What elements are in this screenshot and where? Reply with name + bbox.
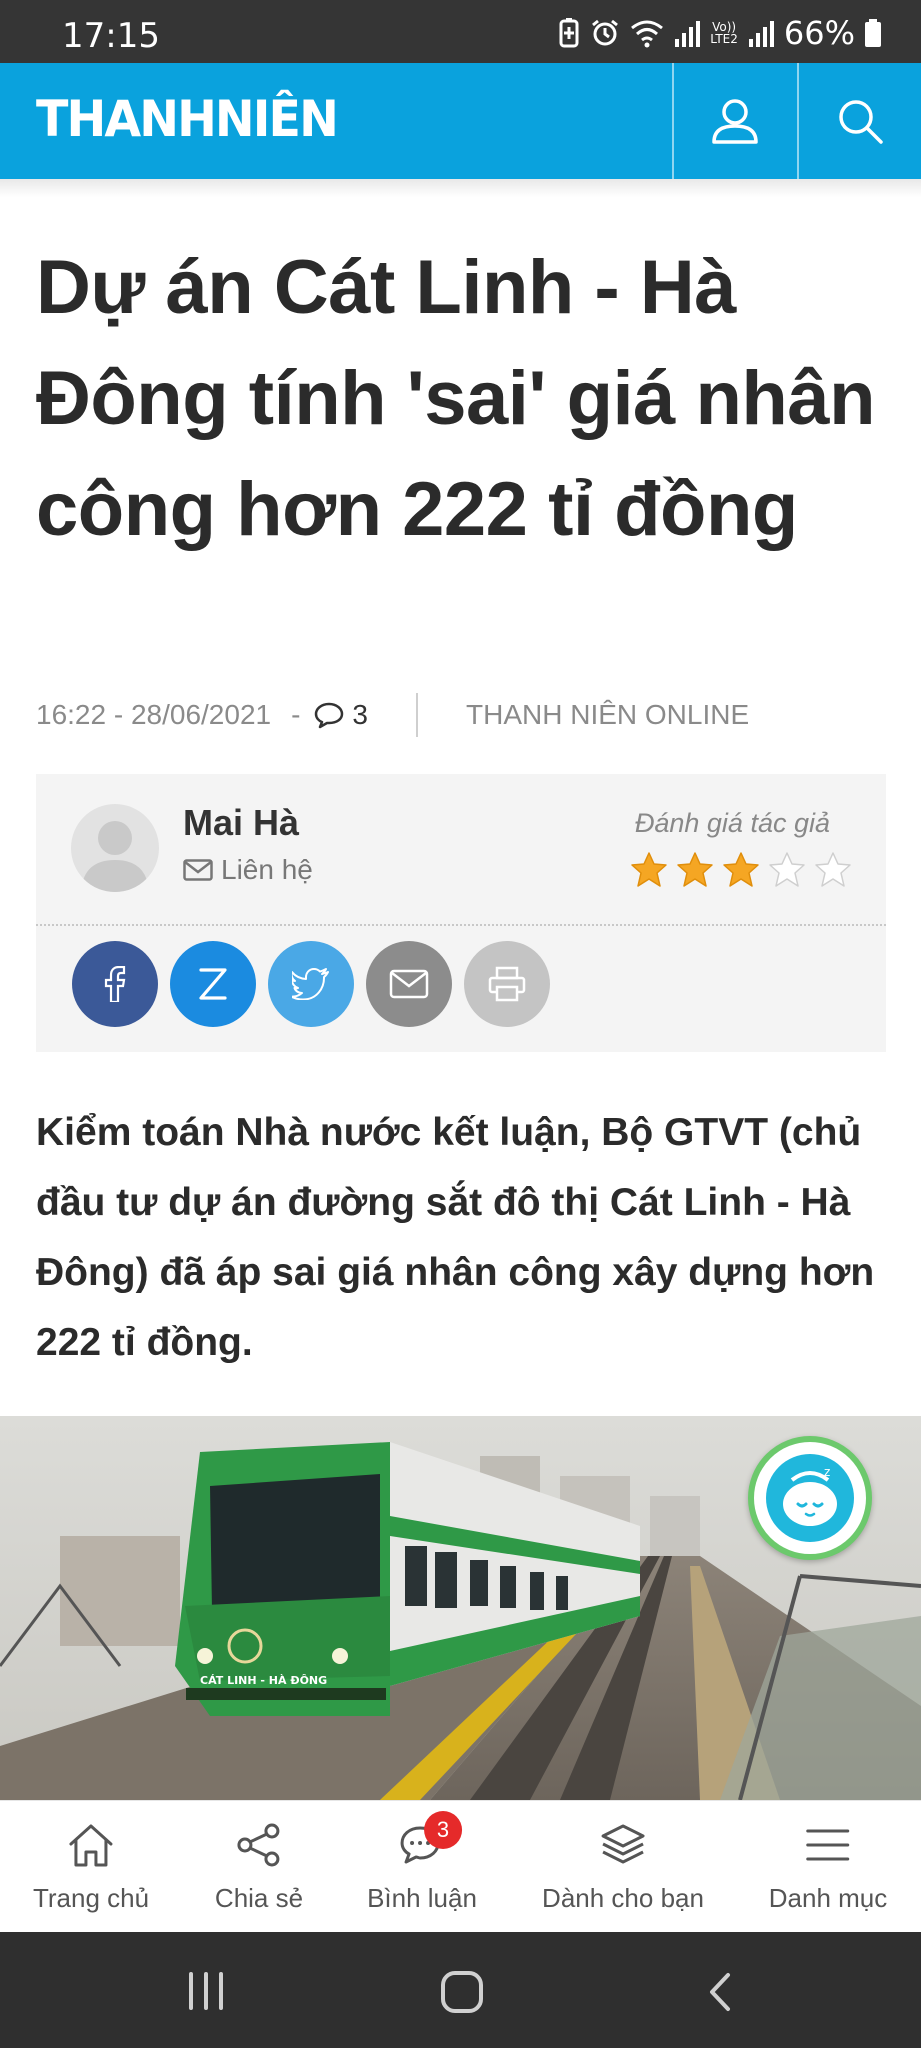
twitter-icon <box>292 968 329 1000</box>
article-lead: Kiểm toán Nhà nước kết luận, Bộ GTVT (ch… <box>36 1111 875 1364</box>
account-button[interactable] <box>672 63 796 179</box>
nav-item-share[interactable]: Chia sẻ <box>215 1819 303 1914</box>
star-icon-filled[interactable] <box>630 852 668 888</box>
system-nav-bar <box>0 1932 921 2048</box>
author-rating-stars[interactable] <box>630 852 852 888</box>
facebook-icon <box>104 966 126 1002</box>
nav-item-home[interactable]: Trang chủ <box>33 1819 149 1914</box>
nav-item-for-you[interactable]: Dành cho bạn <box>542 1819 704 1914</box>
author-rating-label: Đánh giá tác giả <box>634 808 830 838</box>
article-title: Dự án Cát Linh - Hà Đông tính 'sai' giá … <box>36 245 876 552</box>
nav-label-for-you: Dành cho bạn <box>542 1883 704 1913</box>
star-icon-empty[interactable] <box>814 852 852 888</box>
star-icon-empty[interactable] <box>768 852 806 888</box>
signal-icon-2 <box>748 21 774 47</box>
article-meta: 16:22 - 28/06/2021 - 3 THANH NIÊN ONLINE <box>36 692 886 738</box>
author-avatar[interactable] <box>71 804 159 892</box>
avatar-placeholder-icon <box>81 821 149 892</box>
article-datetime: 16:22 - 28/06/2021 <box>36 699 272 730</box>
nav-label-comments: Bình luận <box>367 1883 477 1913</box>
site-header: THANHNIÊN <box>0 63 921 179</box>
print-button[interactable] <box>464 941 550 1027</box>
nav-item-categories[interactable]: Danh mục <box>768 1819 888 1914</box>
site-logo[interactable]: THANHNIÊN <box>36 90 339 148</box>
alarm-icon <box>592 19 619 46</box>
train-label: CÁT LINH - HÀ ĐÔNG <box>200 1674 327 1687</box>
search-button[interactable] <box>797 63 921 179</box>
comment-badge: 3 <box>424 1811 462 1849</box>
bottom-nav: Trang chủ Chia sẻ 3 Bình luận Dành cho b… <box>0 1800 921 1932</box>
print-icon <box>488 966 526 1002</box>
status-time: 17:15 <box>62 16 160 56</box>
menu-icon <box>806 1829 850 1861</box>
user-icon <box>712 99 758 144</box>
nav-label-share: Chia sẻ <box>214 1883 304 1913</box>
battery-saver-icon <box>559 18 579 48</box>
wifi-icon <box>631 20 664 48</box>
comment-count-link[interactable]: 3 <box>314 699 368 731</box>
author-contact-label: Liên hệ <box>221 854 313 885</box>
nav-item-comments[interactable]: 3 Bình luận <box>367 1811 477 1914</box>
author-box: Mai Hà Liên hệ Đánh giá tác giả <box>36 774 886 1052</box>
battery-percent: 66% <box>783 14 855 52</box>
email-share-button[interactable] <box>366 941 452 1027</box>
signal-icon <box>675 21 701 47</box>
author-name[interactable]: Mai Hà <box>183 802 299 844</box>
home-icon <box>69 1824 113 1867</box>
comment-count: 3 <box>352 699 368 730</box>
mail-icon <box>183 859 213 881</box>
zalo-share-button[interactable] <box>170 941 256 1027</box>
star-icon-filled[interactable] <box>722 852 760 888</box>
robot-icon: z <box>766 1454 854 1542</box>
nav-label-categories: Danh mục <box>768 1883 888 1913</box>
author-divider <box>36 924 886 926</box>
twitter-share-button[interactable] <box>268 941 354 1027</box>
battery-icon <box>865 19 881 47</box>
article-source[interactable]: THANH NIÊN ONLINE <box>466 699 749 731</box>
recent-apps-icon[interactable] <box>186 1972 226 2010</box>
share-icon <box>237 1823 280 1867</box>
meta-divider <box>416 693 418 737</box>
home-button-icon[interactable] <box>440 1970 484 2014</box>
star-icon-filled[interactable] <box>676 852 714 888</box>
author-contact-link[interactable]: Liên hệ <box>183 854 313 886</box>
search-icon <box>839 100 883 144</box>
facebook-share-button[interactable] <box>72 941 158 1027</box>
meta-separator: - <box>291 699 301 730</box>
nav-label-home: Trang chủ <box>32 1883 150 1913</box>
chatbot-button[interactable]: z <box>748 1436 872 1560</box>
network-label: Vo)) LTE2 <box>710 20 738 46</box>
email-icon <box>389 969 429 999</box>
status-icons: Vo)) LTE2 66% <box>558 14 881 52</box>
back-icon[interactable] <box>706 1972 734 2012</box>
layers-icon <box>601 1824 645 1864</box>
share-buttons <box>72 941 550 1027</box>
svg-text:z: z <box>824 1465 830 1479</box>
comment-icon <box>315 702 344 729</box>
header-shadow <box>0 179 921 197</box>
status-bar: 17:15 Vo)) LTE2 66% <box>0 0 921 63</box>
zalo-icon <box>199 968 227 1000</box>
